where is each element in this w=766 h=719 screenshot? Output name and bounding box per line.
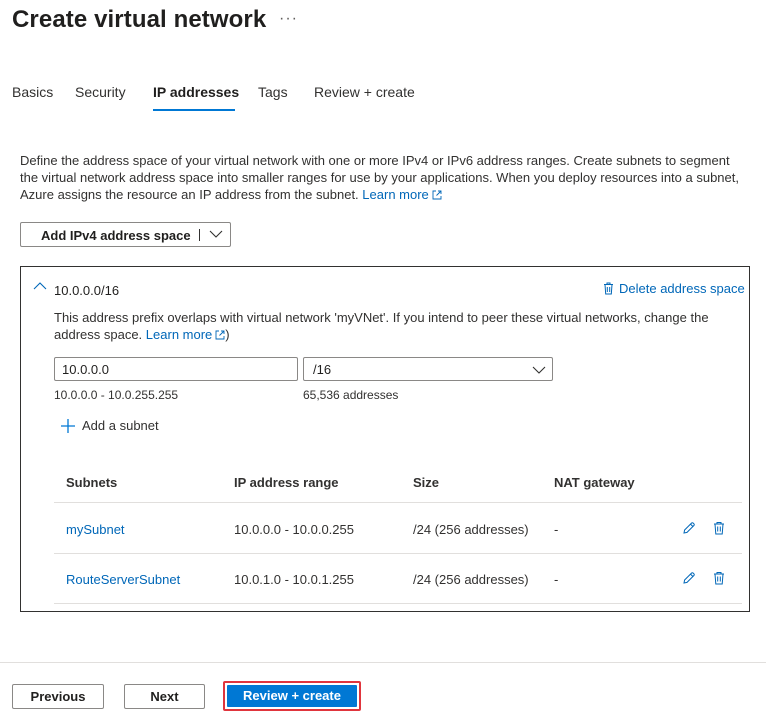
chevron-up-icon[interactable] xyxy=(33,281,47,291)
delete-address-space-button[interactable]: Delete address space xyxy=(603,281,745,296)
col-size: Size xyxy=(413,475,440,490)
address-space-cidr: 10.0.0.0/16 xyxy=(54,283,120,298)
subnet-nat: - xyxy=(554,572,559,587)
pencil-icon[interactable] xyxy=(682,521,696,535)
external-link-icon xyxy=(215,330,225,340)
plus-icon xyxy=(61,419,75,433)
address-input[interactable] xyxy=(54,357,298,381)
tab-ip-addresses[interactable]: IP addresses xyxy=(153,84,239,100)
next-button[interactable]: Next xyxy=(124,684,205,709)
chevron-down-icon[interactable] xyxy=(209,227,223,241)
address-space-panel: 10.0.0.0/16 Delete address space This ad… xyxy=(20,266,750,612)
review-create-highlight: Review + create xyxy=(223,681,361,711)
tab-security[interactable]: Security xyxy=(75,84,126,100)
previous-button[interactable]: Previous xyxy=(12,684,104,709)
description: Define the address space of your virtual… xyxy=(20,152,750,203)
prefix-value: /16 xyxy=(313,362,332,377)
col-ip-range: IP address range xyxy=(234,475,339,490)
trash-icon[interactable] xyxy=(712,521,726,535)
trash-icon xyxy=(604,282,613,295)
warning-learn-more-link[interactable]: Learn more xyxy=(146,327,225,342)
prefix-select[interactable]: /16 xyxy=(303,357,553,381)
page-title: Create virtual network xyxy=(12,6,267,33)
subnets-table-header: Subnets IP address range Size NAT gatewa… xyxy=(54,463,742,503)
address-range-text: 10.0.0.0 - 10.0.255.255 xyxy=(54,388,179,402)
split-divider xyxy=(199,229,200,241)
col-subnets: Subnets xyxy=(66,475,118,490)
tab-review-create[interactable]: Review + create xyxy=(314,84,415,100)
table-row: mySubnet 10.0.0.0 - 10.0.0.255 /24 (256 … xyxy=(54,504,742,554)
tab-tags[interactable]: Tags xyxy=(258,84,288,100)
subnet-size: /24 (256 addresses) xyxy=(413,522,529,537)
table-row: RouteServerSubnet 10.0.1.0 - 10.0.1.255 … xyxy=(54,554,742,604)
add-space-label: Add IPv4 address space xyxy=(41,228,191,243)
review-create-button[interactable]: Review + create xyxy=(227,685,357,707)
active-tab-indicator xyxy=(153,109,235,111)
add-ipv4-address-space-button[interactable]: Add IPv4 address space xyxy=(20,222,231,247)
subnet-size: /24 (256 addresses) xyxy=(413,572,529,587)
address-count-text: 65,536 addresses xyxy=(303,388,399,402)
subnet-name-link[interactable]: mySubnet xyxy=(66,522,125,537)
chevron-down-icon xyxy=(532,366,546,374)
subnet-name-link[interactable]: RouteServerSubnet xyxy=(66,572,180,587)
pencil-icon[interactable] xyxy=(682,571,696,585)
ellipsis-icon[interactable]: ··· xyxy=(279,10,298,28)
subnet-range: 10.0.1.0 - 10.0.1.255 xyxy=(234,572,354,587)
external-link-icon xyxy=(432,190,442,200)
col-nat-gateway: NAT gateway xyxy=(554,475,635,490)
overlap-warning: This address prefix overlaps with virtua… xyxy=(54,310,709,342)
subnet-nat: - xyxy=(554,522,559,537)
footer-divider xyxy=(0,662,766,663)
add-subnet-button[interactable]: Add a subnet xyxy=(61,418,159,433)
tab-basics[interactable]: Basics xyxy=(12,84,53,100)
trash-icon[interactable] xyxy=(712,571,726,585)
learn-more-link[interactable]: Learn more xyxy=(362,187,442,202)
subnet-range: 10.0.0.0 - 10.0.0.255 xyxy=(234,522,354,537)
